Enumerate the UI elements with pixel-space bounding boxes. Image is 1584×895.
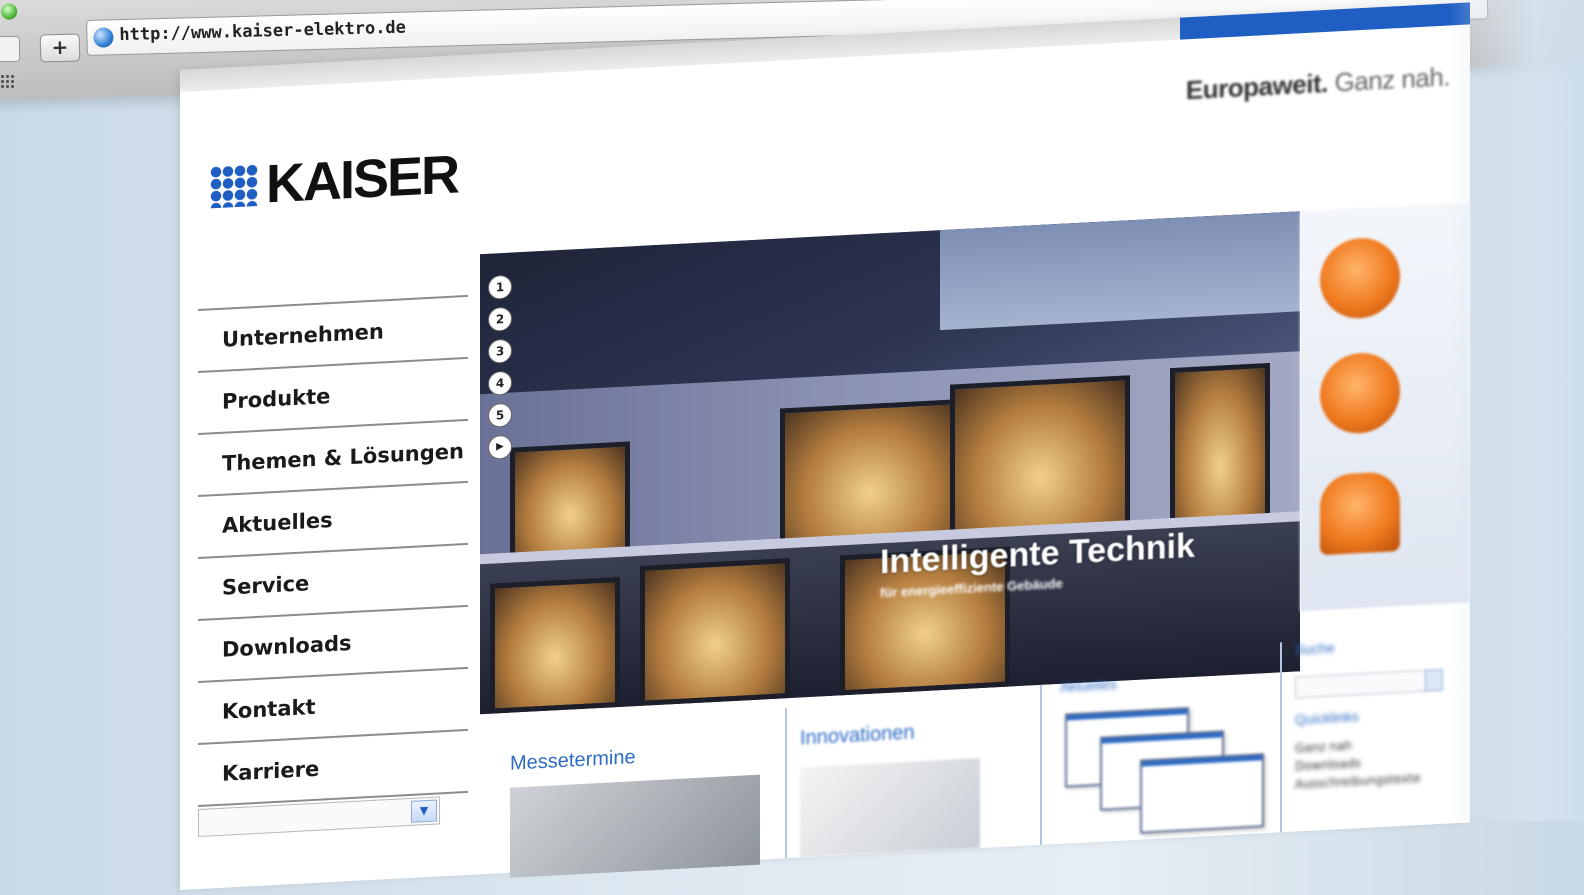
apps-grid-icon[interactable] [0,74,14,88]
section-title-innovationen[interactable]: Innovationen [800,722,915,751]
new-tab-button[interactable]: + [39,33,81,63]
nav-item-label: Karriere [222,756,320,786]
orange-socket-box-image [1320,351,1400,436]
nav-item-label: Aktuelles [222,508,333,538]
logo-text: KAISER [266,144,459,215]
nav-item-label: Service [222,571,310,600]
nav-item-label: Unternehmen [222,319,384,352]
divider [1280,642,1282,833]
section-title-quicklinks: Quicklinks [1295,708,1359,728]
section-title-messetermine[interactable]: Messetermine [510,746,636,776]
slogan-bold: Europaweit. [1185,67,1328,106]
hero-window [1170,362,1270,539]
globe-icon [93,27,114,48]
nav-item-label: Produkte [222,384,331,414]
section-title-aktuelles[interactable]: Aktuelles [1060,676,1117,695]
aktuelles-screenshot [1140,753,1264,834]
innovationen-image [800,758,980,858]
main-navigation: Unternehmen Produkte Themen & Lösungen A… [198,294,468,808]
section-title-suche: Suche [1295,639,1335,658]
hero-window [640,558,790,706]
hero-image-sky [940,211,1300,331]
messetermine-image [510,774,760,878]
nav-item-label: Kontakt [222,694,316,724]
url-text[interactable]: http://www.kaiser-elektro.de [119,18,406,45]
divider [785,708,787,859]
quicklinks-list[interactable]: Ganz nah Downloads Ausschreibungstexte [1295,733,1421,794]
product-teaser-column[interactable] [1300,202,1470,612]
slogan-light: Ganz nah. [1334,61,1450,98]
logo-dots-icon [210,163,258,209]
nav-item-karriere[interactable]: Karriere [198,728,468,808]
chevron-down-icon[interactable]: ▼ [411,799,437,823]
nav-item-label: Downloads [222,631,352,662]
background-fade [1450,0,1584,821]
slogan: Europaweit. Ganz nah. [1186,61,1450,106]
nav-item-label: Themen & Lösungen [222,439,464,476]
window-zoom-button[interactable] [0,3,18,20]
back-button[interactable] [0,36,20,62]
web-page: Europaweit. Ganz nah. KAISER Unternehmen… [180,2,1470,890]
orange-socket-box-image [1320,236,1400,321]
search-input[interactable] [1295,669,1427,699]
hero-slider[interactable]: 1 2 3 4 5 ▶ Intelligente Technik für ene… [480,211,1300,715]
kaiser-logo[interactable]: KAISER [210,143,458,218]
hero-window [490,576,620,714]
orange-socket-box-image [1320,471,1400,556]
search-button[interactable] [1425,668,1443,692]
